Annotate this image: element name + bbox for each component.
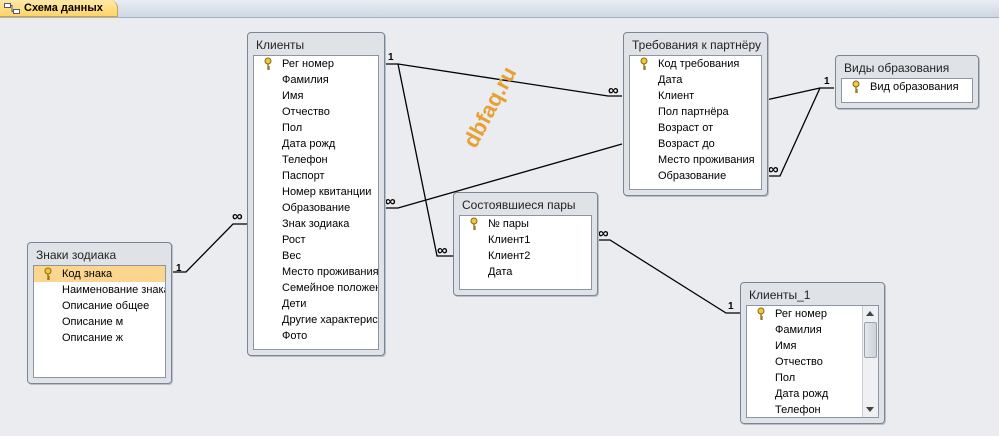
- field-row[interactable]: Вес: [254, 248, 378, 264]
- field-row[interactable]: Фото: [254, 328, 378, 344]
- field-row[interactable]: Образование: [630, 168, 761, 184]
- scroll-thumb[interactable]: [864, 322, 877, 358]
- field-row[interactable]: Семейное положение: [254, 280, 378, 296]
- field-row[interactable]: Образование: [254, 200, 378, 216]
- primary-key-icon: [44, 267, 52, 280]
- field-row[interactable]: Номер квитанции: [254, 184, 378, 200]
- field-row[interactable]: Телефон: [254, 152, 378, 168]
- field-row[interactable]: Место проживания: [254, 264, 378, 280]
- field-list[interactable]: Код требования Дата Клиент Пол партнёра …: [629, 55, 762, 190]
- field-row[interactable]: Дата: [460, 264, 591, 280]
- rel-label-many: ∞: [768, 161, 779, 178]
- field-row[interactable]: Код знака: [34, 266, 165, 282]
- field-list[interactable]: Код знака Наименование знака Описание об…: [33, 265, 166, 378]
- rel-label-one: 1: [176, 263, 182, 274]
- primary-key-icon: [264, 57, 272, 70]
- primary-key-icon: [757, 307, 765, 320]
- relationship-line-clients-couples: [397, 63, 453, 257]
- rel-label-one: 1: [824, 76, 830, 87]
- field-row[interactable]: Пол: [254, 120, 378, 136]
- table-matched-couples[interactable]: Состоявшиеся пары № пары Клиент1 Клиент2…: [453, 192, 598, 296]
- table-title: Клиенты_1: [749, 288, 811, 302]
- field-row[interactable]: № пары: [460, 216, 591, 232]
- field-row[interactable]: Другие характеристики: [254, 312, 378, 328]
- table-partner-requirements[interactable]: Требования к партнёру Код требования Дат…: [623, 32, 768, 196]
- field-row[interactable]: Описание общее: [34, 298, 165, 314]
- primary-key-icon: [470, 217, 478, 230]
- table-clients-1[interactable]: Клиенты_1 Рег номер Фамилия Имя Отчество…: [740, 282, 885, 424]
- field-row[interactable]: Пол: [747, 370, 862, 386]
- field-list[interactable]: № пары Клиент1 Клиент2 Дата: [459, 215, 592, 290]
- field-row[interactable]: Дети: [254, 296, 378, 312]
- table-title: Состоявшиеся пары: [462, 198, 576, 212]
- field-row[interactable]: Рост: [254, 232, 378, 248]
- table-education-types[interactable]: Виды образования Вид образования: [835, 55, 979, 109]
- vertical-scrollbar[interactable]: [862, 306, 878, 417]
- field-row[interactable]: Описание ж: [34, 330, 165, 346]
- field-row[interactable]: Дата рожд: [747, 386, 862, 402]
- field-row[interactable]: Возраст от: [630, 120, 761, 136]
- rel-label-many: ∞: [608, 82, 619, 99]
- rel-label-many: ∞: [385, 193, 396, 210]
- field-row[interactable]: Вид образования: [842, 79, 972, 95]
- field-row[interactable]: Клиент: [630, 88, 761, 104]
- rel-label-many: ∞: [598, 225, 609, 242]
- field-row[interactable]: Фамилия: [254, 72, 378, 88]
- field-row[interactable]: Наименование знака: [34, 282, 165, 298]
- scroll-up-arrow-icon[interactable]: [866, 311, 874, 316]
- rel-label-one: 1: [728, 301, 734, 312]
- field-row[interactable]: Рег номер: [254, 56, 378, 72]
- relationship-line-requirements-education-2: [765, 87, 821, 101]
- table-title: Виды образования: [844, 61, 950, 75]
- field-row[interactable]: Знак зодиака: [254, 216, 378, 232]
- field-row[interactable]: Возраст до: [630, 136, 761, 152]
- table-title: Требования к партнёру: [632, 38, 761, 52]
- rel-label-many: ∞: [232, 208, 243, 225]
- field-row[interactable]: Описание м: [34, 314, 165, 330]
- field-row[interactable]: Фамилия: [747, 322, 862, 338]
- rel-label-one: 1: [388, 52, 394, 63]
- field-row[interactable]: Отчество: [747, 354, 862, 370]
- field-row[interactable]: Рег номер: [747, 306, 862, 322]
- table-clients[interactable]: Клиенты Рег номер Фамилия Имя Отчество П…: [247, 32, 385, 356]
- field-row[interactable]: Отчество: [254, 104, 378, 120]
- primary-key-icon: [852, 80, 860, 93]
- primary-key-icon: [640, 57, 648, 70]
- field-list[interactable]: Вид образования: [841, 78, 973, 103]
- field-list[interactable]: Рег номер Фамилия Имя Отчество Пол Дата …: [746, 305, 879, 418]
- field-row[interactable]: Дата: [630, 72, 761, 88]
- field-row[interactable]: Имя: [254, 88, 378, 104]
- field-row[interactable]: Паспорт: [254, 168, 378, 184]
- table-title: Клиенты: [256, 38, 305, 52]
- field-row[interactable]: Клиент2: [460, 248, 591, 264]
- scroll-down-arrow-icon[interactable]: [866, 407, 874, 412]
- field-row[interactable]: Код требования: [630, 56, 761, 72]
- relationship-line-couples-clients1: [596, 239, 741, 314]
- field-row[interactable]: Пол партнёра: [630, 104, 761, 120]
- field-row[interactable]: Клиент1: [460, 232, 591, 248]
- table-zodiac-signs[interactable]: Знаки зодиака Код знака Наименование зна…: [27, 242, 172, 384]
- field-list[interactable]: Рег номер Фамилия Имя Отчество Пол Дата …: [253, 55, 379, 350]
- field-row[interactable]: Дата рожд: [254, 136, 378, 152]
- field-row[interactable]: Имя: [747, 338, 862, 354]
- field-row[interactable]: Телефон: [747, 402, 862, 417]
- table-title: Знаки зодиака: [36, 248, 117, 262]
- rel-label-many: ∞: [437, 242, 448, 259]
- field-row[interactable]: Место проживания: [630, 152, 761, 168]
